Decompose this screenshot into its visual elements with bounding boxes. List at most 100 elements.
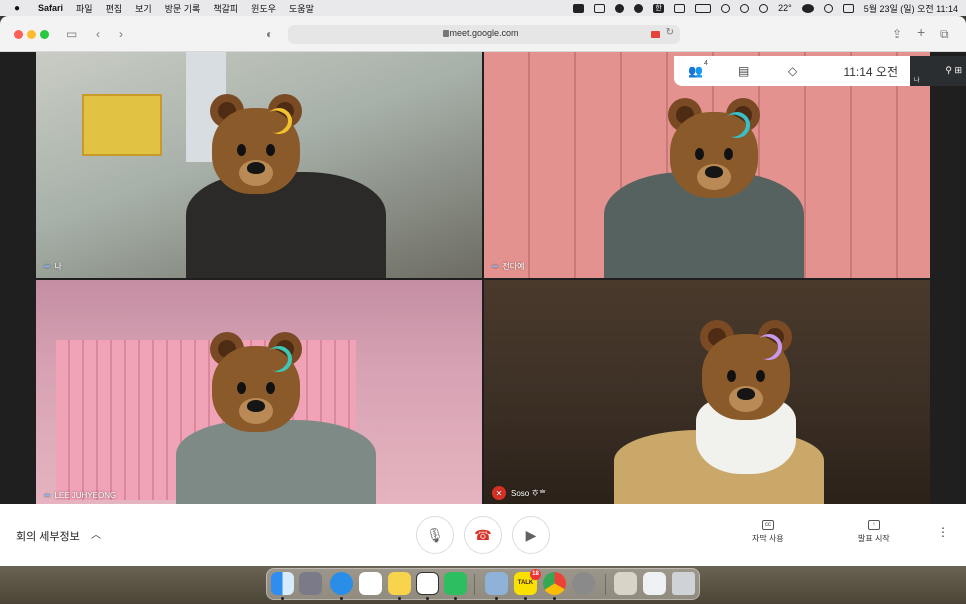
control-center-icon[interactable] <box>740 3 750 13</box>
captions-label: 자막 사용 <box>752 534 784 543</box>
window-layout-icon[interactable] <box>594 3 606 13</box>
meeting-details-button[interactable]: 회의 세부정보 <box>16 528 80 544</box>
menubar-clock[interactable]: 5월 23일 (일) 오전 11:14 <box>864 2 958 15</box>
kakaotalk-label: TALK <box>517 580 534 586</box>
address-bar[interactable]: meet.google.com ↻ <box>288 25 680 44</box>
share-icon[interactable]: ⇪ <box>892 26 902 42</box>
notion-icon[interactable] <box>416 572 439 595</box>
end-call-button[interactable]: ☎ <box>464 516 502 554</box>
fullscreen-window-button[interactable] <box>40 30 49 39</box>
bear-avatar-face <box>206 94 306 198</box>
menu-help[interactable]: 도움말 <box>289 2 314 15</box>
activities-icon[interactable]: ◇ <box>788 64 797 78</box>
menu-app-name[interactable]: Safari <box>38 3 63 13</box>
camera-status-icon[interactable] <box>573 3 585 13</box>
chevron-up-icon[interactable]: ︿ <box>91 526 101 541</box>
audio-indicator-icon: ••• <box>44 491 50 500</box>
captions-icon: cc <box>761 520 774 530</box>
control-strip-icon[interactable] <box>842 3 854 13</box>
input-source-icon[interactable]: 한 <box>653 3 665 13</box>
present-button[interactable]: ↑ 발표 시작 <box>858 520 890 544</box>
menu-window[interactable]: 윈도우 <box>251 2 276 15</box>
running-indicator <box>553 597 556 600</box>
running-indicator <box>340 597 343 600</box>
audio-indicator-icon: ••• <box>492 262 498 271</box>
wall-poster <box>82 94 162 156</box>
new-tab-icon[interactable]: + <box>917 24 925 40</box>
menu-bookmarks[interactable]: 책갈피 <box>213 2 238 15</box>
people-icon[interactable]: 👥 <box>688 64 703 78</box>
running-indicator <box>426 597 429 600</box>
address-url: meet.google.com <box>449 28 519 38</box>
running-indicator <box>524 597 527 600</box>
safari-icon[interactable] <box>330 572 353 595</box>
kakaotalk-icon[interactable]: TALK 18 <box>514 569 541 595</box>
weather-temperature[interactable]: 22° <box>778 3 792 13</box>
menu-file[interactable]: 파일 <box>76 2 93 15</box>
tab-overview-icon[interactable]: ⧉ <box>940 26 949 42</box>
search-icon[interactable] <box>759 3 769 13</box>
chrome-icon[interactable] <box>543 572 566 595</box>
notification-badge: 18 <box>530 569 541 580</box>
participant-name: 전다예 <box>502 262 525 271</box>
participant-name-label: ••• 전다예 <box>492 261 525 272</box>
camera-button[interactable]: ▶ <box>512 516 550 554</box>
participant-tile-3[interactable]: ••• LEE JUHYEONG <box>36 280 482 506</box>
launchpad-icon[interactable] <box>299 572 322 595</box>
minimized-document-icon[interactable] <box>643 572 666 595</box>
reload-icon[interactable]: ↻ <box>666 27 674 38</box>
menu-view[interactable]: 보기 <box>135 2 152 15</box>
mic-off-icon: ✕ <box>492 486 506 500</box>
dock-separator <box>474 574 475 595</box>
bear-avatar-face <box>206 332 306 436</box>
meet-stage: ••• 나 ••• 전다예 ••• LEE JUHYEONG ✕ Soso ᄒᆞ… <box>0 52 966 566</box>
browser-toolbar: ▭ ‹ › ◐ meet.google.com ↻ ⇪ + ⧉ <box>0 16 966 52</box>
macos-menu-bar: ● Safari 파일 편집 보기 방문 기록 책갈피 윈도우 도움말 한 22… <box>0 0 966 16</box>
back-icon[interactable]: ‹ <box>96 26 100 42</box>
meeting-clock: 11:14 오전 <box>843 65 898 79</box>
bear-avatar-face <box>696 320 796 424</box>
battery-icon[interactable] <box>695 3 712 13</box>
wifi-icon[interactable] <box>721 3 731 13</box>
system-preferences-icon[interactable] <box>572 572 595 595</box>
participant-name-label: ✕ Soso ᄒᆞᄒ <box>492 486 546 500</box>
running-indicator <box>495 597 498 600</box>
minimize-window-button[interactable] <box>27 30 36 39</box>
evernote-status-icon[interactable] <box>634 3 644 13</box>
camera-in-use-icon[interactable] <box>651 31 660 38</box>
running-indicator <box>281 597 284 600</box>
menu-history[interactable]: 방문 기록 <box>165 2 201 15</box>
evernote-icon[interactable] <box>444 572 467 595</box>
apple-menu-icon[interactable]: ● <box>14 3 26 14</box>
forward-icon[interactable]: › <box>119 26 123 42</box>
minimized-window-icon[interactable] <box>614 572 637 595</box>
sidebar-toggle-icon[interactable]: ▭ <box>66 26 77 42</box>
menu-edit[interactable]: 편집 <box>106 2 123 15</box>
participant-name-label: ••• 나 <box>44 261 62 272</box>
more-options-icon[interactable]: ⋮ <box>937 525 949 539</box>
weather-cloud-icon <box>801 3 814 13</box>
privacy-shield-icon[interactable]: ◐ <box>266 26 273 42</box>
close-window-button[interactable] <box>14 30 23 39</box>
notes-icon[interactable] <box>388 572 411 595</box>
safari-window: ▭ ‹ › ◐ meet.google.com ↻ ⇪ + ⧉ ••• 나 ••… <box>0 16 966 566</box>
dock: TALK 18 <box>266 568 700 600</box>
photos-icon[interactable] <box>359 572 382 595</box>
trash-icon[interactable] <box>672 572 695 595</box>
media-play-icon[interactable] <box>823 3 833 13</box>
participant-name-label: ••• LEE JUHYEONG <box>44 491 116 500</box>
volume-icon[interactable] <box>674 3 686 13</box>
chat-icon[interactable]: ▤ <box>738 64 749 78</box>
participant-tile-4[interactable]: ✕ Soso ᄒᆞᄒ <box>484 280 930 506</box>
pin-icon[interactable]: ⚲ ⊞ <box>945 65 962 76</box>
participant-name: LEE JUHYEONG <box>54 491 117 500</box>
recording-status-icon[interactable] <box>615 3 625 13</box>
captions-button[interactable]: cc 자막 사용 <box>752 520 784 544</box>
self-view-thumbnail[interactable]: 나 ⚲ ⊞ <box>910 56 966 86</box>
meeting-controls-bar: 회의 세부정보 ︿ 🎙 ☎ ▶ cc 자막 사용 ↑ 발표 시작 ⋮ <box>0 504 966 566</box>
microphone-icon: 🎙 <box>426 526 444 543</box>
participant-tile-self[interactable]: ••• 나 <box>36 52 482 278</box>
finder-icon[interactable] <box>271 572 294 595</box>
preview-icon[interactable] <box>485 572 508 595</box>
microphone-button[interactable]: 🎙 <box>416 516 454 554</box>
